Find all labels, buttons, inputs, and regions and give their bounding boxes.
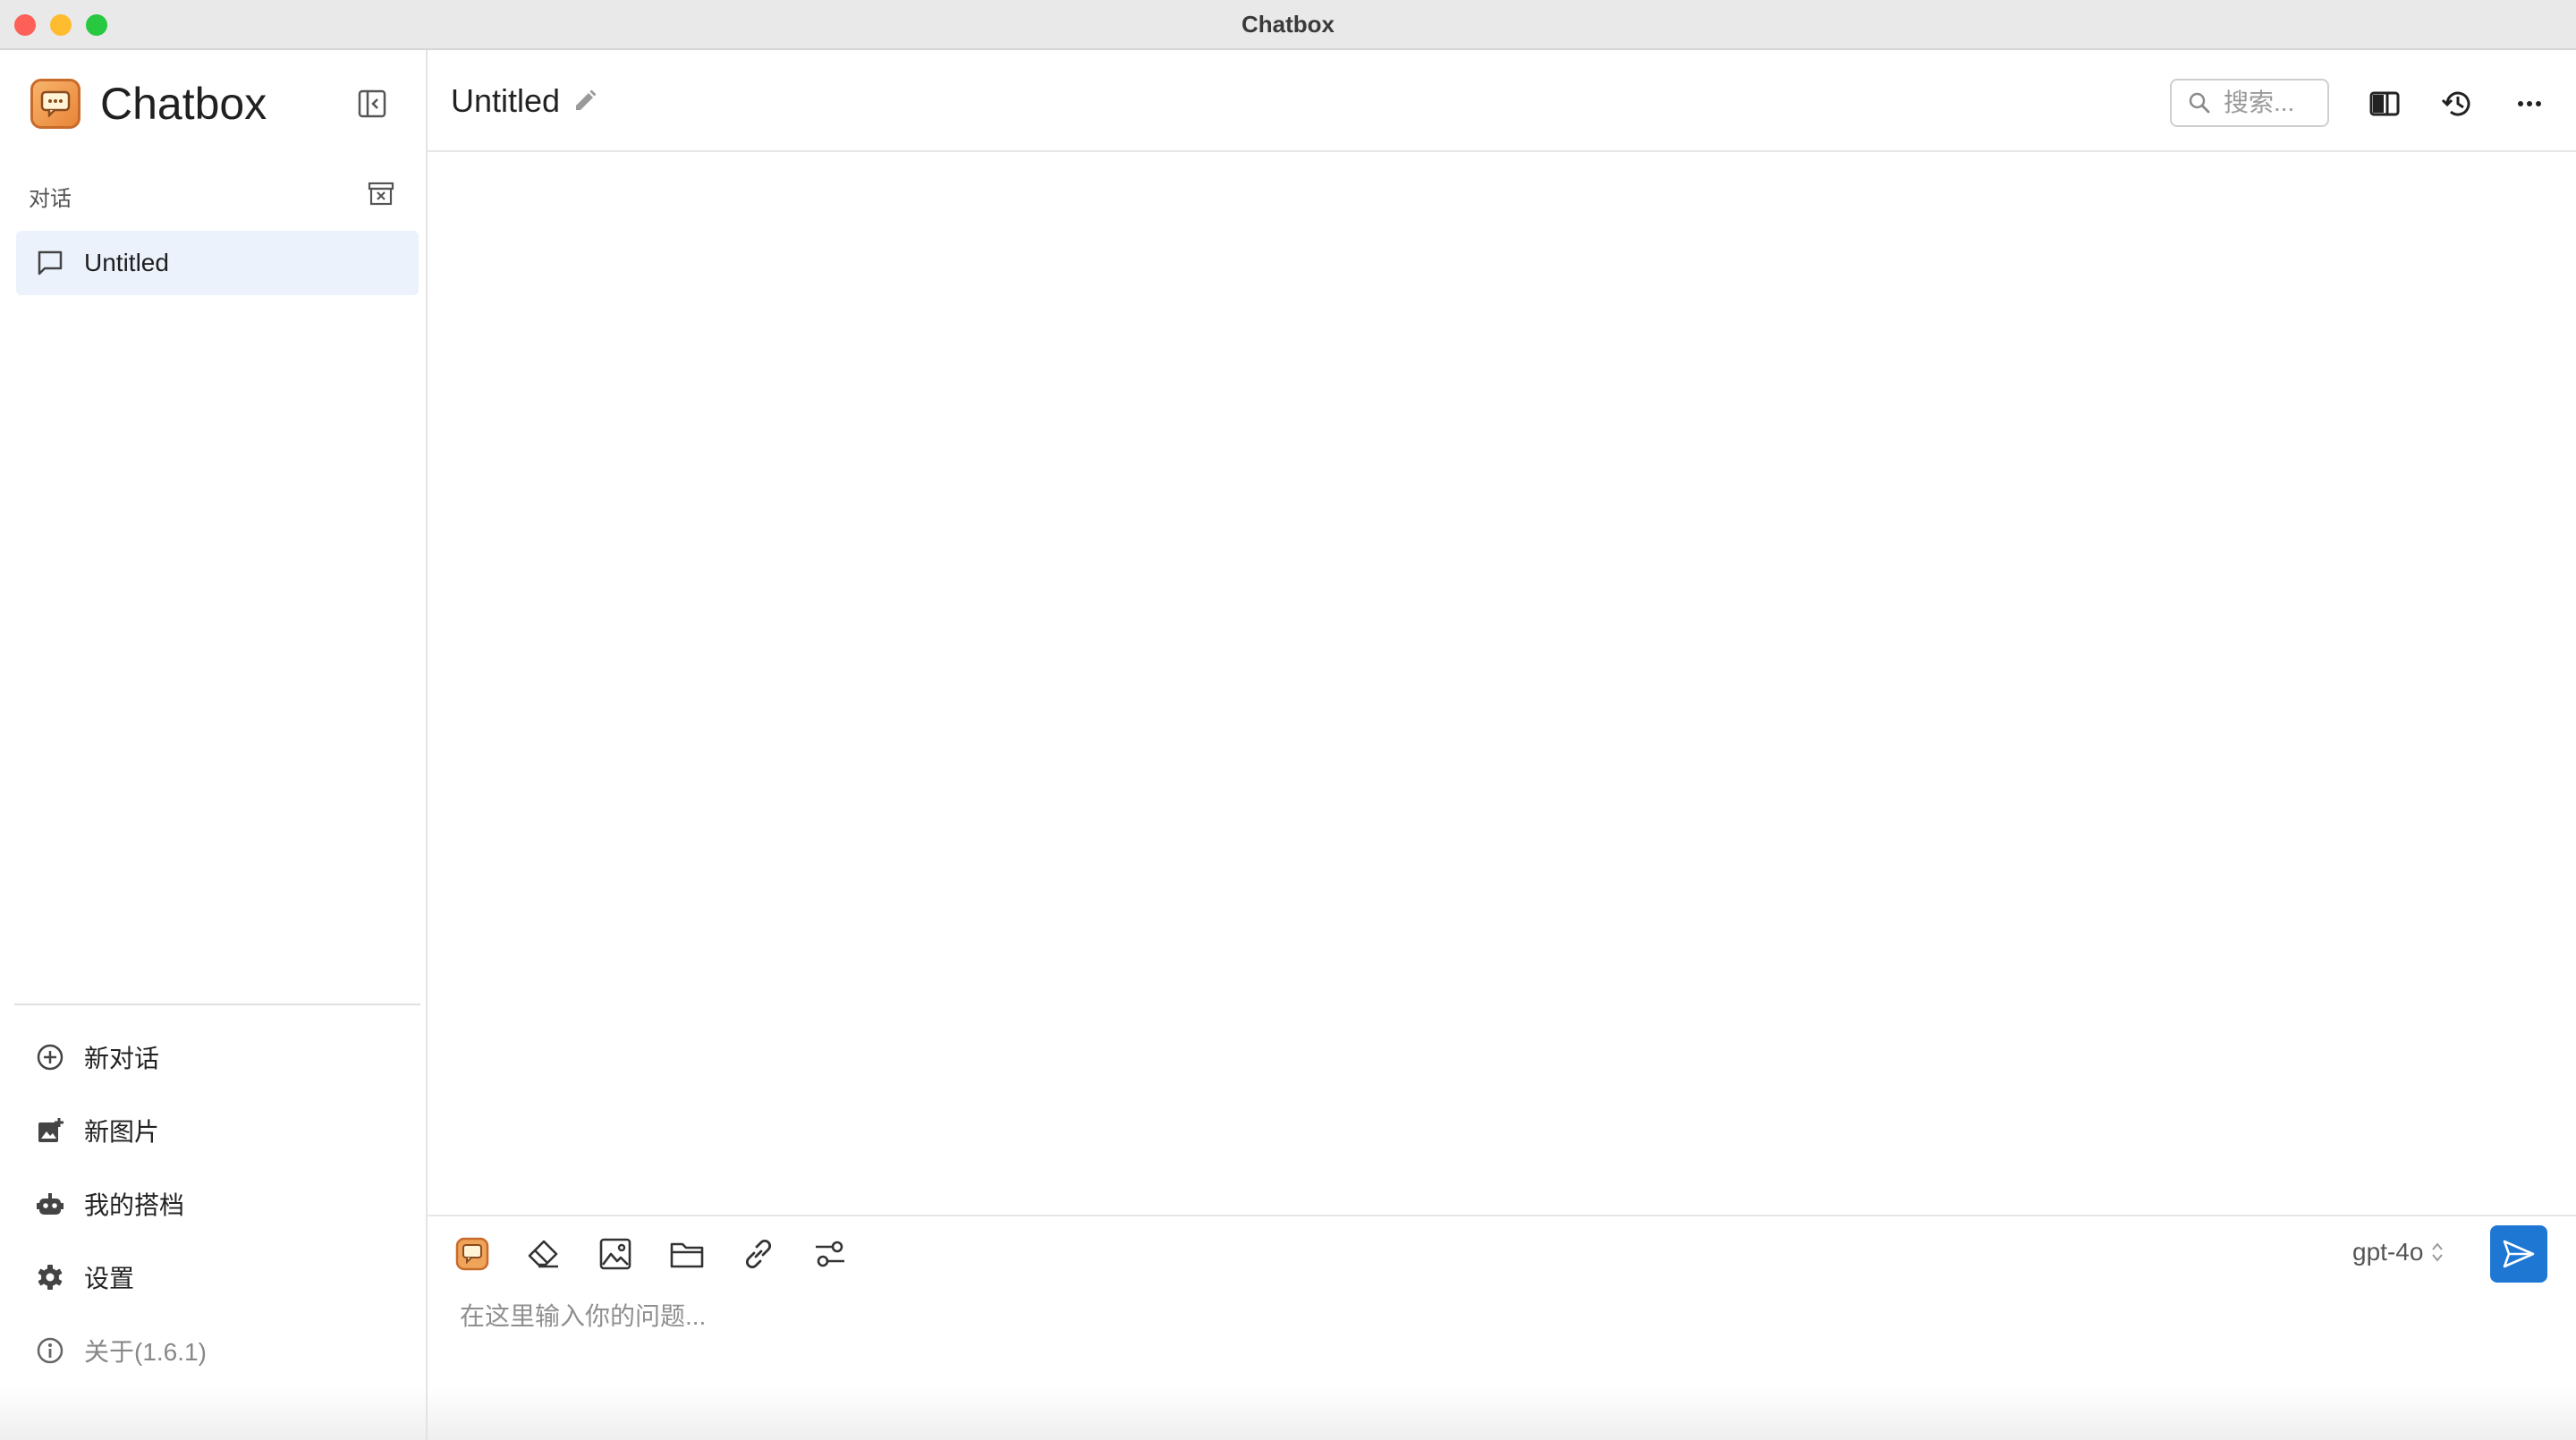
- attach-file-button[interactable]: [665, 1232, 708, 1275]
- sidebar: Chatbox 对话 Untitled 新对话 新图片 我的搭档 设置 关于(1…: [0, 50, 428, 1440]
- new-image-button[interactable]: 新图片: [32, 1109, 159, 1152]
- settings-sliders-icon: [816, 1241, 844, 1267]
- window-title: Chatbox: [1241, 11, 1335, 38]
- sidebar-divider: [14, 1004, 420, 1005]
- copilot-picker-button[interactable]: [451, 1232, 494, 1275]
- model-selector[interactable]: gpt-4o: [2352, 1238, 2446, 1266]
- history-button[interactable]: [2438, 84, 2478, 123]
- eraser-icon: [528, 1240, 558, 1268]
- split-view-icon: [2369, 91, 2400, 116]
- conversations-section-label: 对话: [29, 187, 72, 211]
- model-name: gpt-4o: [2352, 1238, 2424, 1266]
- message-input[interactable]: [458, 1295, 2519, 1406]
- new-chat-button[interactable]: 新对话: [32, 1036, 159, 1079]
- sidebar-collapse-icon: [358, 89, 386, 118]
- search-input[interactable]: [2222, 88, 2324, 118]
- brand: Chatbox: [30, 77, 267, 131]
- gear-icon: [32, 1259, 68, 1295]
- chat-message-area[interactable]: [428, 152, 2576, 1215]
- clear-conversations-button[interactable]: [365, 177, 397, 209]
- about-label: 关于(1.6.1): [84, 1338, 207, 1366]
- chatbox-icon: [455, 1237, 489, 1271]
- more-options-button[interactable]: [2510, 84, 2549, 123]
- search-box[interactable]: [2170, 79, 2329, 127]
- attach-image-button[interactable]: [594, 1232, 637, 1275]
- chatbox-logo-icon: [30, 79, 80, 129]
- send-icon: [2503, 1240, 2535, 1268]
- app-name: Chatbox: [100, 79, 267, 129]
- chat-bubble-icon: [34, 247, 66, 279]
- search-icon: [2186, 89, 2213, 116]
- robot-icon: [32, 1186, 68, 1222]
- new-chat-label: 新对话: [84, 1045, 160, 1072]
- archive-clear-icon: [368, 182, 394, 206]
- image-icon: [599, 1238, 631, 1270]
- add-image-icon: [32, 1113, 68, 1148]
- chat-title[interactable]: Untitled: [451, 82, 560, 120]
- my-copilots-button[interactable]: 我的搭档: [32, 1182, 184, 1225]
- session-item-untitled[interactable]: Untitled: [16, 231, 419, 295]
- history-icon: [2441, 91, 2470, 116]
- folder-icon: [670, 1242, 704, 1268]
- main-header: Untitled: [428, 50, 2576, 152]
- more-horizontal-icon: [2518, 101, 2541, 106]
- chevron-up-down-icon: [2428, 1238, 2446, 1266]
- settings-button[interactable]: 设置: [32, 1256, 134, 1299]
- collapse-sidebar-button[interactable]: [354, 86, 390, 122]
- send-button[interactable]: [2490, 1225, 2547, 1283]
- info-icon: [32, 1333, 68, 1368]
- attach-link-button[interactable]: [737, 1232, 780, 1275]
- clear-context-button[interactable]: [522, 1232, 565, 1275]
- conversation-settings-button[interactable]: [809, 1232, 852, 1275]
- chat-title-wrap[interactable]: Untitled: [451, 82, 599, 120]
- toggle-split-view-button[interactable]: [2365, 84, 2404, 123]
- plus-circle-icon: [32, 1039, 68, 1075]
- about-button[interactable]: 关于(1.6.1): [32, 1329, 207, 1372]
- settings-label: 设置: [84, 1265, 135, 1292]
- new-image-label: 新图片: [84, 1118, 160, 1146]
- window-titlebar: Chatbox: [0, 0, 2576, 50]
- pencil-edit-icon[interactable]: [571, 87, 599, 115]
- link-icon: [745, 1239, 772, 1269]
- composer: gpt-4o: [428, 1215, 2576, 1440]
- session-label: Untitled: [84, 249, 169, 276]
- my-copilots-label: 我的搭档: [84, 1191, 185, 1219]
